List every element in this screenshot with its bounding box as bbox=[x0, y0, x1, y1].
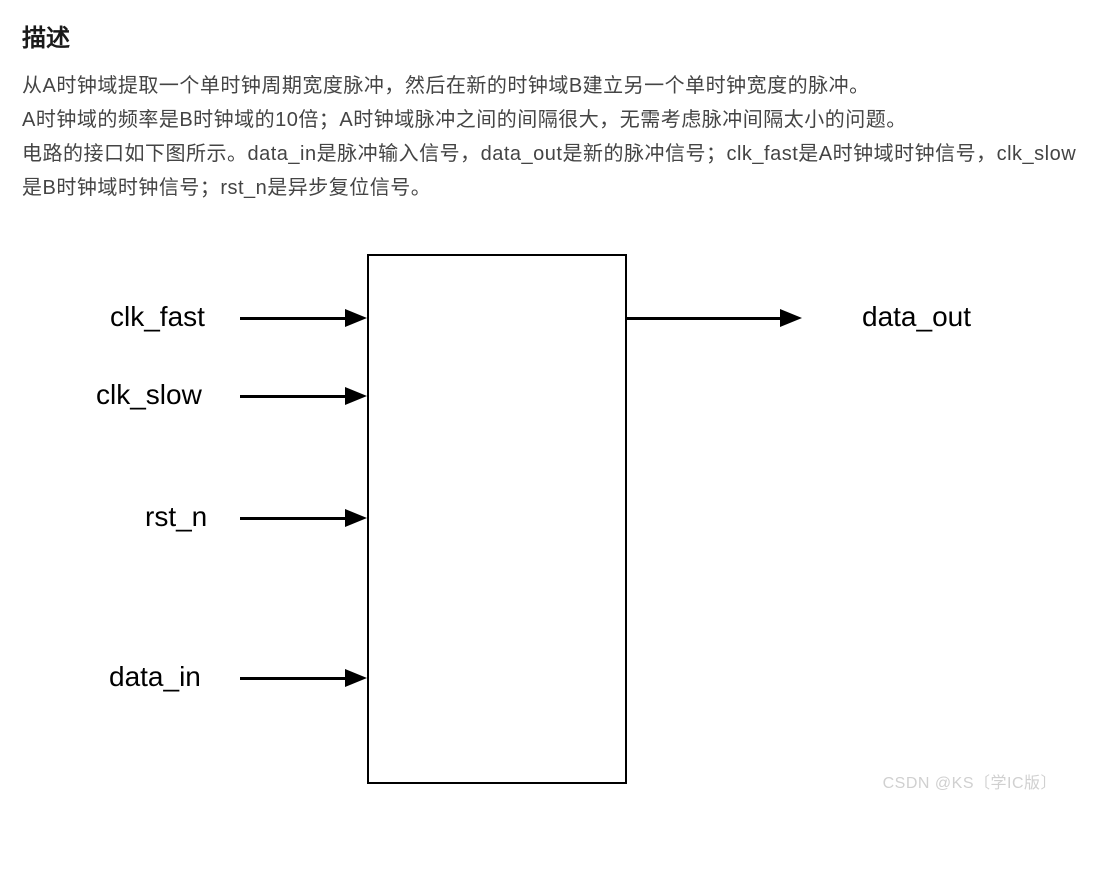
section-heading: 描述 bbox=[22, 18, 1080, 53]
arrow-head-rst-n bbox=[345, 509, 367, 527]
input-label-clk-fast: clk_fast bbox=[110, 301, 205, 333]
arrow-line-clk-slow bbox=[240, 395, 347, 398]
block-diagram: clk_fast clk_slow rst_n data_in data_out… bbox=[22, 233, 1082, 798]
input-label-rst-n: rst_n bbox=[145, 501, 207, 533]
arrow-line-data-in bbox=[240, 677, 347, 680]
arrow-line-rst-n bbox=[240, 517, 347, 520]
module-box bbox=[367, 254, 627, 784]
arrow-head-clk-slow bbox=[345, 387, 367, 405]
desc-line-1: 从A时钟域提取一个单时钟周期宽度脉冲，然后在新的时钟域B建立另一个单时钟宽度的脉… bbox=[22, 75, 870, 97]
input-label-clk-slow: clk_slow bbox=[96, 379, 202, 411]
arrow-line-clk-fast bbox=[240, 317, 347, 320]
output-label-data-out: data_out bbox=[862, 301, 971, 333]
desc-line-2: A时钟域的频率是B时钟域的10倍；A时钟域脉冲之间的间隔很大，无需考虑脉冲间隔太… bbox=[22, 109, 907, 131]
watermark-text: CSDN @KS〔学IC版〕 bbox=[883, 769, 1057, 793]
input-label-data-in: data_in bbox=[109, 661, 201, 693]
desc-line-3: 电路的接口如下图所示。data_in是脉冲输入信号，data_out是新的脉冲信… bbox=[22, 143, 1076, 199]
arrow-head-data-in bbox=[345, 669, 367, 687]
description-text: 从A时钟域提取一个单时钟周期宽度脉冲，然后在新的时钟域B建立另一个单时钟宽度的脉… bbox=[22, 69, 1080, 205]
arrow-line-data-out bbox=[627, 317, 782, 320]
arrow-head-clk-fast bbox=[345, 309, 367, 327]
arrow-head-data-out bbox=[780, 309, 802, 327]
